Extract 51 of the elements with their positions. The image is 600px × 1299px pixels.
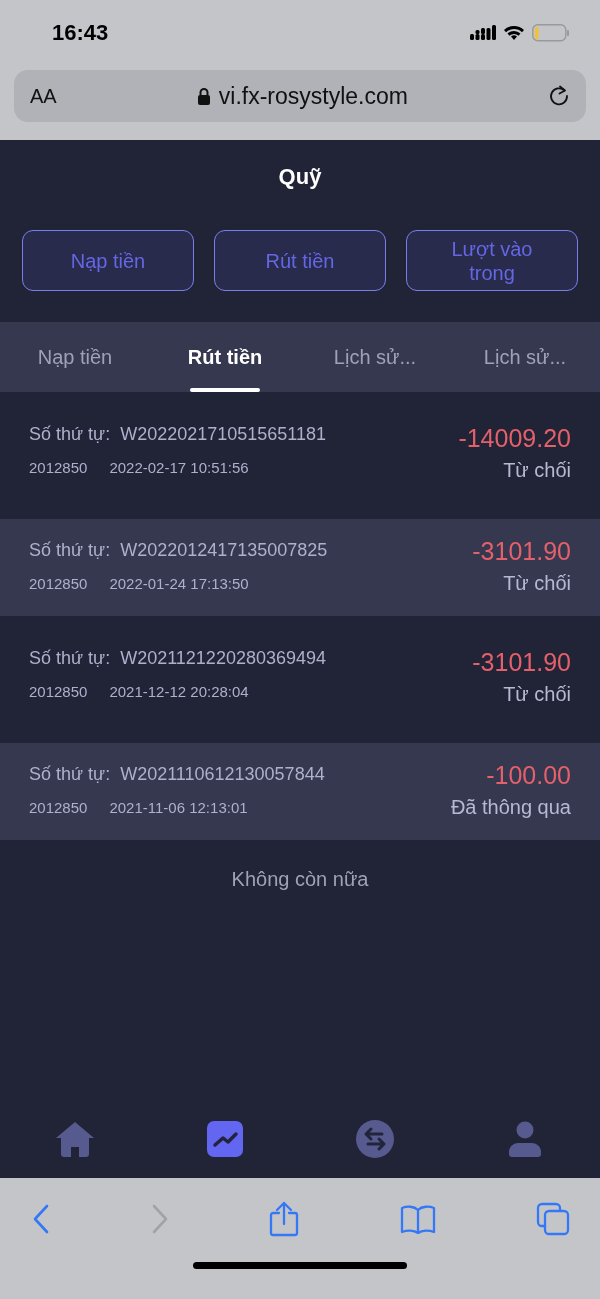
record-time: 2022-01-24 17:13:50 <box>109 574 249 592</box>
record-row[interactable]: Số thứ tự: W2021121220280369494 2012850 2021-12-12 20:28:04 -3101.90 Từ chối <box>0 616 600 743</box>
home-icon[interactable] <box>55 1120 95 1158</box>
user-id: 2012850 <box>29 798 88 816</box>
page-title: Quỹ <box>278 164 322 190</box>
amount: -3101.90 <box>472 648 571 677</box>
back-icon[interactable] <box>32 1204 50 1234</box>
status-time: 16:43 <box>52 20 109 46</box>
order-number: W2021121220280369494 <box>120 648 326 669</box>
url-text: vi.fx-rosystyle.com <box>218 82 408 110</box>
record-time: 2021-11-06 12:13:01 <box>109 798 248 816</box>
record-time: 2022-02-17 10:51:56 <box>109 459 249 476</box>
amount: -3101.90 <box>472 536 571 566</box>
tab[interactable]: Lịch sử... <box>300 322 450 392</box>
record-time: 2021-12-12 20:28:04 <box>109 683 249 700</box>
record-status: Từ chối <box>503 459 571 482</box>
tab[interactable]: Nạp tiền <box>0 322 150 392</box>
record-row[interactable]: Số thứ tự: W2022012417135007825 2012850 2022-01-24 17:13:50 -3101.90 Từ chối <box>0 519 600 616</box>
order-label: Số thứ tự: <box>29 648 111 669</box>
amount: -100.00 <box>486 760 571 790</box>
record-status: Từ chối <box>503 683 571 706</box>
reload-icon[interactable] <box>548 84 570 108</box>
order-number: W2022021710515651181 <box>120 424 326 445</box>
chart-icon[interactable] <box>207 1121 243 1157</box>
user-id: 2012850 <box>29 683 88 700</box>
record-row[interactable]: Số thứ tự: W2022021710515651181 2012850 2022-02-17 10:51:56 -14009.20 Từ chối <box>0 392 600 519</box>
user-id: 2012850 <box>29 459 88 476</box>
wifi-icon <box>503 25 525 41</box>
user-icon[interactable] <box>509 1121 541 1157</box>
order-number: W2021110612130057844 <box>120 763 325 785</box>
book-icon[interactable] <box>399 1204 436 1234</box>
signal-icon <box>470 25 496 41</box>
user-id: 2012850 <box>29 574 88 592</box>
lock-icon <box>196 87 211 105</box>
tab[interactable]: Lịch sử... <box>450 322 600 392</box>
record-status: Từ chối <box>503 571 571 595</box>
record-row[interactable]: Số thứ tự: W2021110612130057844 2012850 2021-11-06 12:13:01 -100.00 Đã thông qua <box>0 743 600 840</box>
text-size-button[interactable]: AA <box>30 84 57 108</box>
amount: -14009.20 <box>458 424 571 453</box>
record-status: Đã thông qua <box>450 795 571 819</box>
order-label: Số thứ tự: <box>29 763 111 785</box>
order-number: W2022012417135007825 <box>120 539 328 561</box>
share-icon[interactable] <box>269 1201 299 1237</box>
tabs-icon[interactable] <box>536 1202 570 1236</box>
end-note: Không còn nữa <box>230 868 370 891</box>
tab[interactable]: Rút tiền <box>150 322 300 392</box>
order-label: Số thứ tự: <box>29 539 111 561</box>
order-label: Số thứ tự: <box>29 424 111 445</box>
battery-icon <box>532 24 570 42</box>
address-bar[interactable]: AA vi.fx-rosystyle.com <box>14 70 586 122</box>
exchange-icon[interactable] <box>355 1119 395 1159</box>
